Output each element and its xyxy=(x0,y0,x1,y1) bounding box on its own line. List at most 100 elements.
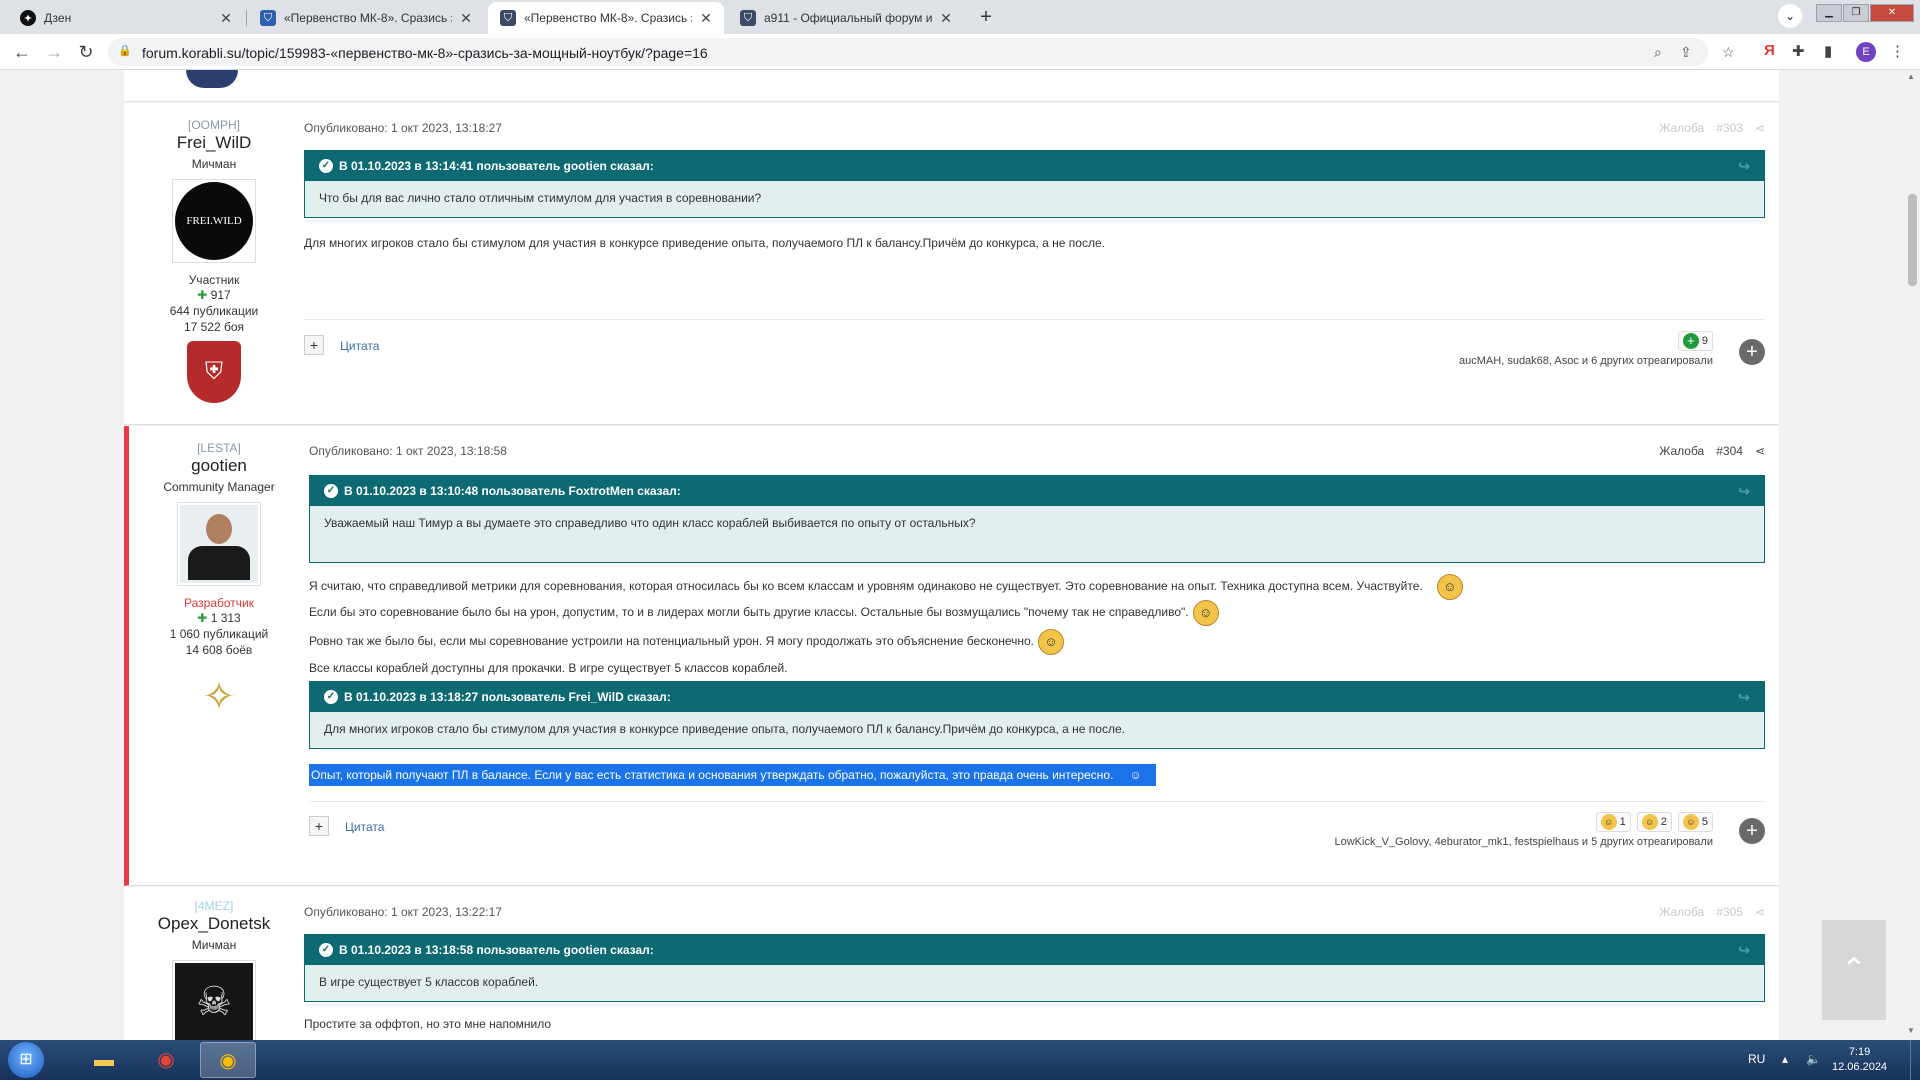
avatar[interactable] xyxy=(177,502,261,586)
tray-expand-icon[interactable]: ▴ xyxy=(1782,1052,1788,1066)
quote-header: ✓ В 01.10.2023 в 13:14:41 пользователь g… xyxy=(305,151,1764,181)
post-body: Опубликовано: 1 окт 2023, 13:18:27 Жалоб… xyxy=(304,103,1765,425)
share-icon[interactable]: ⋖ xyxy=(1755,444,1765,458)
new-tab-button[interactable]: + xyxy=(974,6,998,30)
reactors-text[interactable]: aucMAH, sudak68, Asoc и 6 других отреаги… xyxy=(1459,355,1713,367)
multiquote-button[interactable]: + xyxy=(309,816,329,836)
selected-answer-text: Опыт, который получают ПЛ в балансе. Есл… xyxy=(309,764,1156,786)
reaction-1[interactable]: ☺ 1 xyxy=(1595,812,1631,832)
share-icon[interactable]: ⋖ xyxy=(1755,905,1765,919)
chrome-icon[interactable]: ◉ xyxy=(138,1042,194,1078)
close-tab-icon[interactable]: ✕ xyxy=(698,10,714,27)
person-shirt-icon xyxy=(188,546,250,580)
language-indicator[interactable]: RU xyxy=(1748,1052,1765,1066)
tab-forum-1[interactable]: ⛉ «Первенство МК-8». Сразись за ✕ xyxy=(248,2,484,34)
emoji-reaction-icon: ☺ xyxy=(1682,814,1699,830)
reaction-2[interactable]: ☺ 2 xyxy=(1636,812,1672,832)
reload-button[interactable]: ↻ xyxy=(74,40,98,64)
tab-title: a911 - Официальный форум игр xyxy=(764,11,932,25)
reaction-3[interactable]: ☺ 5 xyxy=(1677,812,1713,832)
zoom-icon[interactable]: ⌕ xyxy=(1654,44,1662,61)
show-desktop-button[interactable] xyxy=(1910,1040,1920,1080)
quote-header: ✓ В 01.10.2023 в 13:18:58 пользователь g… xyxy=(305,935,1764,965)
clan-tag[interactable]: [4MEZ] xyxy=(124,899,304,913)
side-panel-icon[interactable]: ▮ xyxy=(1824,42,1832,60)
scroll-to-top-button[interactable]: ⌃ xyxy=(1822,920,1886,1020)
check-icon: ✓ xyxy=(319,159,333,173)
close-tab-icon[interactable]: ✕ xyxy=(938,10,954,27)
user-rank: Мичман xyxy=(191,938,237,952)
previous-post-bottom xyxy=(124,70,1779,102)
user-role: Разработчик xyxy=(184,596,254,610)
bookmark-star-icon[interactable]: ☆ xyxy=(1722,44,1735,61)
report-link[interactable]: Жалоба xyxy=(1659,444,1704,458)
forward-button[interactable]: → xyxy=(42,40,66,64)
post-author: [LESTA] gootien Community Manager Разраб… xyxy=(129,426,309,728)
report-link[interactable]: Жалоба xyxy=(1659,121,1704,135)
quote-header: ✓ В 01.10.2023 в 13:18:27 пользователь F… xyxy=(310,682,1764,712)
quote-link-icon[interactable]: ↪ xyxy=(1738,682,1750,712)
close-tab-icon[interactable]: ✕ xyxy=(218,10,234,27)
volume-icon[interactable]: 🔈 xyxy=(1806,1052,1821,1066)
clan-tag[interactable]: [OOMPH] xyxy=(124,118,304,132)
username[interactable]: gootien xyxy=(129,456,309,476)
check-icon: ✓ xyxy=(324,690,338,704)
share-icon[interactable]: ⋖ xyxy=(1755,121,1765,135)
add-reaction-button[interactable]: + xyxy=(1739,339,1765,365)
quote-block: ✓ В 01.10.2023 в 13:18:58 пользователь g… xyxy=(304,934,1765,1002)
quote-link-icon[interactable]: ↪ xyxy=(1738,151,1750,181)
tab-forum-3[interactable]: ⛉ a911 - Официальный форум игр ✕ xyxy=(728,2,964,34)
avatar[interactable]: ☠ xyxy=(172,960,256,1040)
scroll-down-arrow-icon[interactable]: ▼ xyxy=(1907,1026,1915,1035)
forum-shield-icon: ⛉ xyxy=(260,10,276,26)
username[interactable]: Opex_Donetsk xyxy=(124,914,304,934)
maximize-button[interactable]: ❐ xyxy=(1843,4,1869,22)
report-link[interactable]: Жалоба xyxy=(1659,905,1704,919)
tab-search-button[interactable]: ⌄ xyxy=(1778,4,1802,28)
scrollbar-thumb[interactable] xyxy=(1908,194,1917,286)
close-window-button[interactable]: ✕ xyxy=(1870,4,1914,22)
quote-link[interactable]: Цитата xyxy=(340,339,379,353)
post-number[interactable]: #304 xyxy=(1716,444,1743,458)
system-clock[interactable]: 7:19 12.06.2024 xyxy=(1832,1045,1887,1075)
start-button[interactable]: ⊞ xyxy=(8,1042,44,1078)
chrome-active-icon[interactable]: ◉ xyxy=(200,1042,256,1078)
close-tab-icon[interactable]: ✕ xyxy=(458,10,474,27)
reaction-plus[interactable]: +9 xyxy=(1677,331,1713,351)
post-actions: Жалоба #305 ⋖ xyxy=(1659,905,1765,919)
tab-title: «Первенство МК-8». Сразись за xyxy=(524,11,692,25)
quote-block: ✓ В 01.10.2023 в 13:14:41 пользователь g… xyxy=(304,150,1765,218)
quote-link[interactable]: Цитата xyxy=(345,820,384,834)
post-number[interactable]: #305 xyxy=(1716,905,1743,919)
tab-title: «Первенство МК-8». Сразись за xyxy=(284,11,452,25)
extensions-puzzle-icon[interactable]: ✚ xyxy=(1792,42,1805,60)
reputation-icon: ✚ xyxy=(197,288,208,302)
tab-forum-active[interactable]: ⛉ «Первенство МК-8». Сразись за ✕ xyxy=(488,2,724,34)
add-reaction-button[interactable]: + xyxy=(1739,818,1765,844)
post-text-line: Я считаю, что справедливой метрики для с… xyxy=(309,574,1463,600)
minimize-button[interactable]: ▁ xyxy=(1816,4,1842,22)
username[interactable]: Frei_WilD xyxy=(124,133,304,153)
reputation-icon: ✚ xyxy=(197,611,208,625)
yandex-icon[interactable]: Я xyxy=(1764,42,1775,59)
explorer-folder-icon[interactable]: ▬ xyxy=(76,1042,132,1078)
page-scrollbar[interactable]: ▲ ▼ xyxy=(1905,70,1920,1040)
quote-link-icon[interactable]: ↪ xyxy=(1738,935,1750,965)
avatar-logo-text: FREI.WILD xyxy=(186,215,242,227)
scroll-up-arrow-icon[interactable]: ▲ xyxy=(1907,72,1915,81)
clan-tag[interactable]: [LESTA] xyxy=(129,441,309,455)
quote-link-icon[interactable]: ↪ xyxy=(1738,476,1750,506)
tab-dzen[interactable]: ✦ Дзен ✕ xyxy=(8,2,244,34)
profile-avatar[interactable]: E xyxy=(1856,42,1876,62)
page-viewport: [OOMPH] Frei_WilD Мичман FREI.WILD Участ… xyxy=(0,70,1905,1040)
reactors-text[interactable]: LowKick_V_Golovy, 4eburator_mk1, festspi… xyxy=(1335,836,1714,848)
person-head-icon xyxy=(206,514,232,544)
post-number[interactable]: #303 xyxy=(1716,121,1743,135)
lock-icon: 🔒 xyxy=(118,45,132,57)
avatar[interactable]: FREI.WILD xyxy=(172,179,256,263)
back-button[interactable]: ← xyxy=(10,40,34,64)
multiquote-button[interactable]: + xyxy=(304,335,324,355)
share-icon[interactable]: ⇪ xyxy=(1680,44,1692,61)
menu-kebab-icon[interactable]: ⋮ xyxy=(1890,42,1905,60)
address-bar[interactable]: 🔒 forum.korabli.su/topic/159983-«первенс… xyxy=(108,38,1735,66)
